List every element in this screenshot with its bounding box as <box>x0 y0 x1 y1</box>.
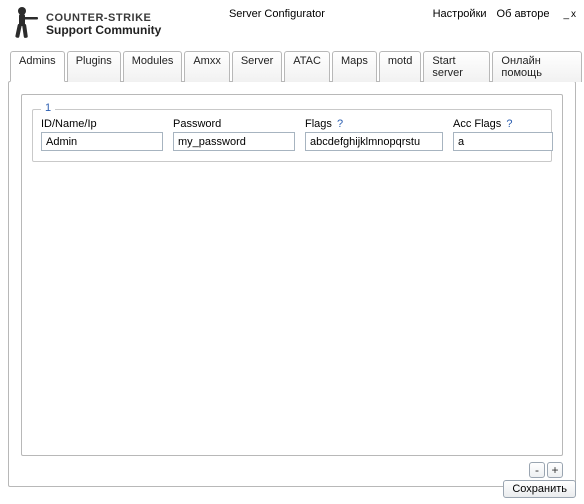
tab-plugins[interactable]: Plugins <box>67 51 121 82</box>
logo-line2: Support Community <box>46 24 161 37</box>
col-flags: Flags ? <box>305 118 443 151</box>
id-input[interactable] <box>41 132 163 151</box>
tab-modules[interactable]: Modules <box>123 51 183 82</box>
minimize-button[interactable]: _ <box>563 9 569 20</box>
col-password: Password <box>173 118 295 151</box>
col-id: ID/Name/Ip <box>41 118 163 151</box>
fieldset-legend: 1 <box>41 102 55 114</box>
tab-start-server[interactable]: Start server <box>423 51 490 82</box>
remove-entry-button[interactable]: - <box>529 462 545 478</box>
tab-atac[interactable]: ATAC <box>284 51 330 82</box>
label-flags: Flags ? <box>305 118 443 130</box>
tab-motd[interactable]: motd <box>379 51 421 82</box>
tab-online-help[interactable]: Онлайн помощь <box>492 51 582 82</box>
tab-bar: Admins Plugins Modules Amxx Server ATAC … <box>0 50 584 81</box>
label-password: Password <box>173 118 295 130</box>
tab-content-panel: 1 ID/Name/Ip Password Flags ? Acc Flags … <box>8 81 576 487</box>
tab-server[interactable]: Server <box>232 51 282 82</box>
admins-inner-panel: 1 ID/Name/Ip Password Flags ? Acc Flags … <box>21 94 563 456</box>
window-controls: _ x <box>559 9 576 20</box>
flags-input[interactable] <box>305 132 443 151</box>
about-link[interactable]: Об авторе <box>497 8 550 20</box>
window-title: Server Configurator <box>121 4 432 20</box>
tab-maps[interactable]: Maps <box>332 51 377 82</box>
close-button[interactable]: x <box>571 9 576 20</box>
tab-admins[interactable]: Admins <box>10 51 65 82</box>
save-button[interactable]: Сохранить <box>503 480 576 498</box>
counterstrike-logo-icon <box>8 4 42 42</box>
password-input[interactable] <box>173 132 295 151</box>
flags-help-icon[interactable]: ? <box>337 118 343 130</box>
label-accflags: Acc Flags ? <box>453 118 553 130</box>
header-bar: COUNTER-STRIKE Support Community Server … <box>0 0 584 46</box>
accflags-input[interactable] <box>453 132 553 151</box>
settings-link[interactable]: Настройки <box>433 8 487 20</box>
label-id: ID/Name/Ip <box>41 118 163 130</box>
tab-amxx[interactable]: Amxx <box>184 51 230 82</box>
admin-entry-fieldset: 1 ID/Name/Ip Password Flags ? Acc Flags … <box>32 109 552 162</box>
header-links: Настройки Об авторе _ x <box>433 4 576 20</box>
col-accflags: Acc Flags ? <box>453 118 553 151</box>
admin-row: ID/Name/Ip Password Flags ? Acc Flags ? <box>41 118 543 151</box>
add-entry-button[interactable]: + <box>547 462 563 478</box>
add-remove-buttons: - + <box>529 462 563 478</box>
accflags-help-icon[interactable]: ? <box>506 118 512 130</box>
